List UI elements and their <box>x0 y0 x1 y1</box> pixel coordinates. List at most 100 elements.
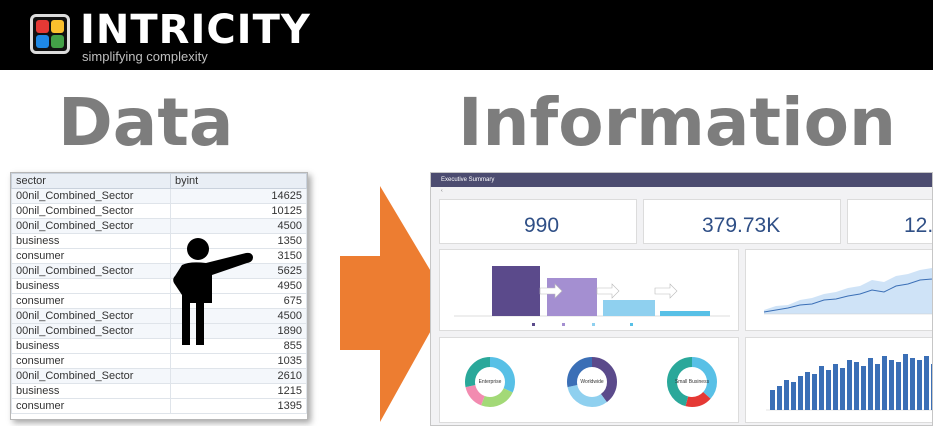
funnel-bar <box>603 300 655 316</box>
byint-cell: 1035 <box>170 353 307 369</box>
funnel-chart <box>454 266 730 326</box>
column-bar <box>819 366 824 410</box>
sector-cell: consumer <box>11 398 171 414</box>
logo-yellow-square <box>51 20 64 33</box>
donut-label: Small Business <box>674 379 710 385</box>
table-row: business 1215 <box>11 383 307 399</box>
sector-cell: 00nil_Combined_Sector <box>11 263 171 279</box>
kpi-card: 379.73K <box>643 199 841 244</box>
sector-cell: business <box>11 278 171 294</box>
legend-swatch <box>532 323 535 326</box>
legend-swatch <box>630 323 633 326</box>
table-row: 00nil_Combined_Sector 1890 <box>11 323 307 339</box>
column-header-byint: byint <box>170 173 307 189</box>
logo-green-square <box>51 35 64 48</box>
brand-tagline: simplifying complexity <box>82 49 208 64</box>
funnel-bar <box>547 278 597 316</box>
table-row: 00nil_Combined_Sector 5625 <box>11 263 307 279</box>
table-row: 00nil_Combined_Sector 10125 <box>11 203 307 219</box>
byint-cell: 4500 <box>170 218 307 234</box>
table-header-row: sector byint <box>11 173 307 189</box>
funnel-step-arrow-icon <box>596 283 620 299</box>
table-row: consumer 675 <box>11 293 307 309</box>
sector-cell: 00nil_Combined_Sector <box>11 188 171 204</box>
legend-swatch <box>592 323 595 326</box>
area-chart-panel <box>745 249 932 331</box>
funnel-bar <box>492 266 540 316</box>
column-chart <box>766 354 932 411</box>
sector-cell: business <box>11 383 171 399</box>
data-table: sector byint 00nil_Combined_Sector 14625 0… <box>11 173 307 414</box>
table-row: consumer 1035 <box>11 353 307 369</box>
column-bar <box>917 360 922 410</box>
sector-cell: 00nil_Combined_Sector <box>11 368 171 384</box>
sector-cell: 00nil_Combined_Sector <box>11 203 171 219</box>
legend-swatch <box>562 323 565 326</box>
pointing-person-icon <box>173 238 253 345</box>
column-bar <box>770 390 775 410</box>
logo-blue-square <box>36 35 49 48</box>
kpi-value: 990 <box>524 214 560 237</box>
column-bar <box>798 376 803 410</box>
column-bar <box>847 360 852 410</box>
logo-red-square <box>36 20 49 33</box>
table-row: 00nil_Combined_Sector 4500 <box>11 218 307 234</box>
column-bar <box>854 362 859 410</box>
funnel-bar <box>660 311 710 316</box>
byint-cell: 1395 <box>170 398 307 414</box>
sector-cell: consumer <box>11 353 171 369</box>
header-bar: INTRICITY simplifying complexity <box>0 0 933 70</box>
funnel-chart-panel <box>439 249 739 331</box>
data-heading: Data <box>58 84 234 161</box>
table-row: consumer 1395 <box>11 398 307 414</box>
data-spreadsheet: sector byint 00nil_Combined_Sector 14625 0… <box>10 172 308 420</box>
column-bar <box>826 370 831 410</box>
information-heading: Information <box>458 84 896 161</box>
byint-cell: 14625 <box>170 188 307 204</box>
column-header-sector: sector <box>11 173 171 189</box>
byint-cell: 10125 <box>170 203 307 219</box>
table-row: business 855 <box>11 338 307 354</box>
column-bar <box>833 364 838 410</box>
byint-cell: 2610 <box>170 368 307 384</box>
column-bar <box>875 364 880 410</box>
table-row: 00nil_Combined_Sector 2610 <box>11 368 307 384</box>
column-bar <box>910 358 915 410</box>
donut-charts-panel: Enterprise Worldwide Small Business <box>439 337 739 423</box>
column-bar <box>903 354 908 410</box>
column-chart-panel <box>745 337 932 423</box>
column-bar <box>777 386 782 410</box>
sector-cell: business <box>11 338 171 354</box>
table-row: business 1350 <box>11 233 307 249</box>
sector-cell: 00nil_Combined_Sector <box>11 308 171 324</box>
dashboard-title-bar: Executive Summary <box>431 173 932 187</box>
column-bar <box>882 356 887 410</box>
area-chart <box>763 268 932 315</box>
column-bar <box>812 374 817 410</box>
donut-label: Enterprise <box>478 379 502 385</box>
column-bar <box>889 360 894 410</box>
column-bar <box>805 372 810 410</box>
funnel-step-arrow-icon <box>654 283 678 299</box>
sector-cell: 00nil_Combined_Sector <box>11 218 171 234</box>
kpi-value: 379.73K <box>702 214 781 237</box>
column-bar <box>861 366 866 410</box>
byint-cell: 1215 <box>170 383 307 399</box>
dashboard-screenshot: Executive Summary ‹ 990 379.73K 12. Ente… <box>430 172 933 426</box>
column-bar <box>784 380 789 410</box>
sector-cell: consumer <box>11 293 171 309</box>
table-row: business 4950 <box>11 278 307 294</box>
brand-name: INTRICITY <box>80 7 311 53</box>
column-bar <box>868 358 873 410</box>
column-bar <box>840 368 845 410</box>
dashboard-subbar: ‹ <box>441 188 443 194</box>
kpi-card: 12. <box>847 199 933 244</box>
column-bar <box>896 362 901 410</box>
sector-cell: business <box>11 233 171 249</box>
kpi-value: 12. <box>904 214 933 237</box>
sector-cell: 00nil_Combined_Sector <box>11 323 171 339</box>
table-row: consumer 3150 <box>11 248 307 264</box>
table-row: 00nil_Combined_Sector 4500 <box>11 308 307 324</box>
area-series <box>764 268 932 314</box>
kpi-card: 990 <box>439 199 637 244</box>
